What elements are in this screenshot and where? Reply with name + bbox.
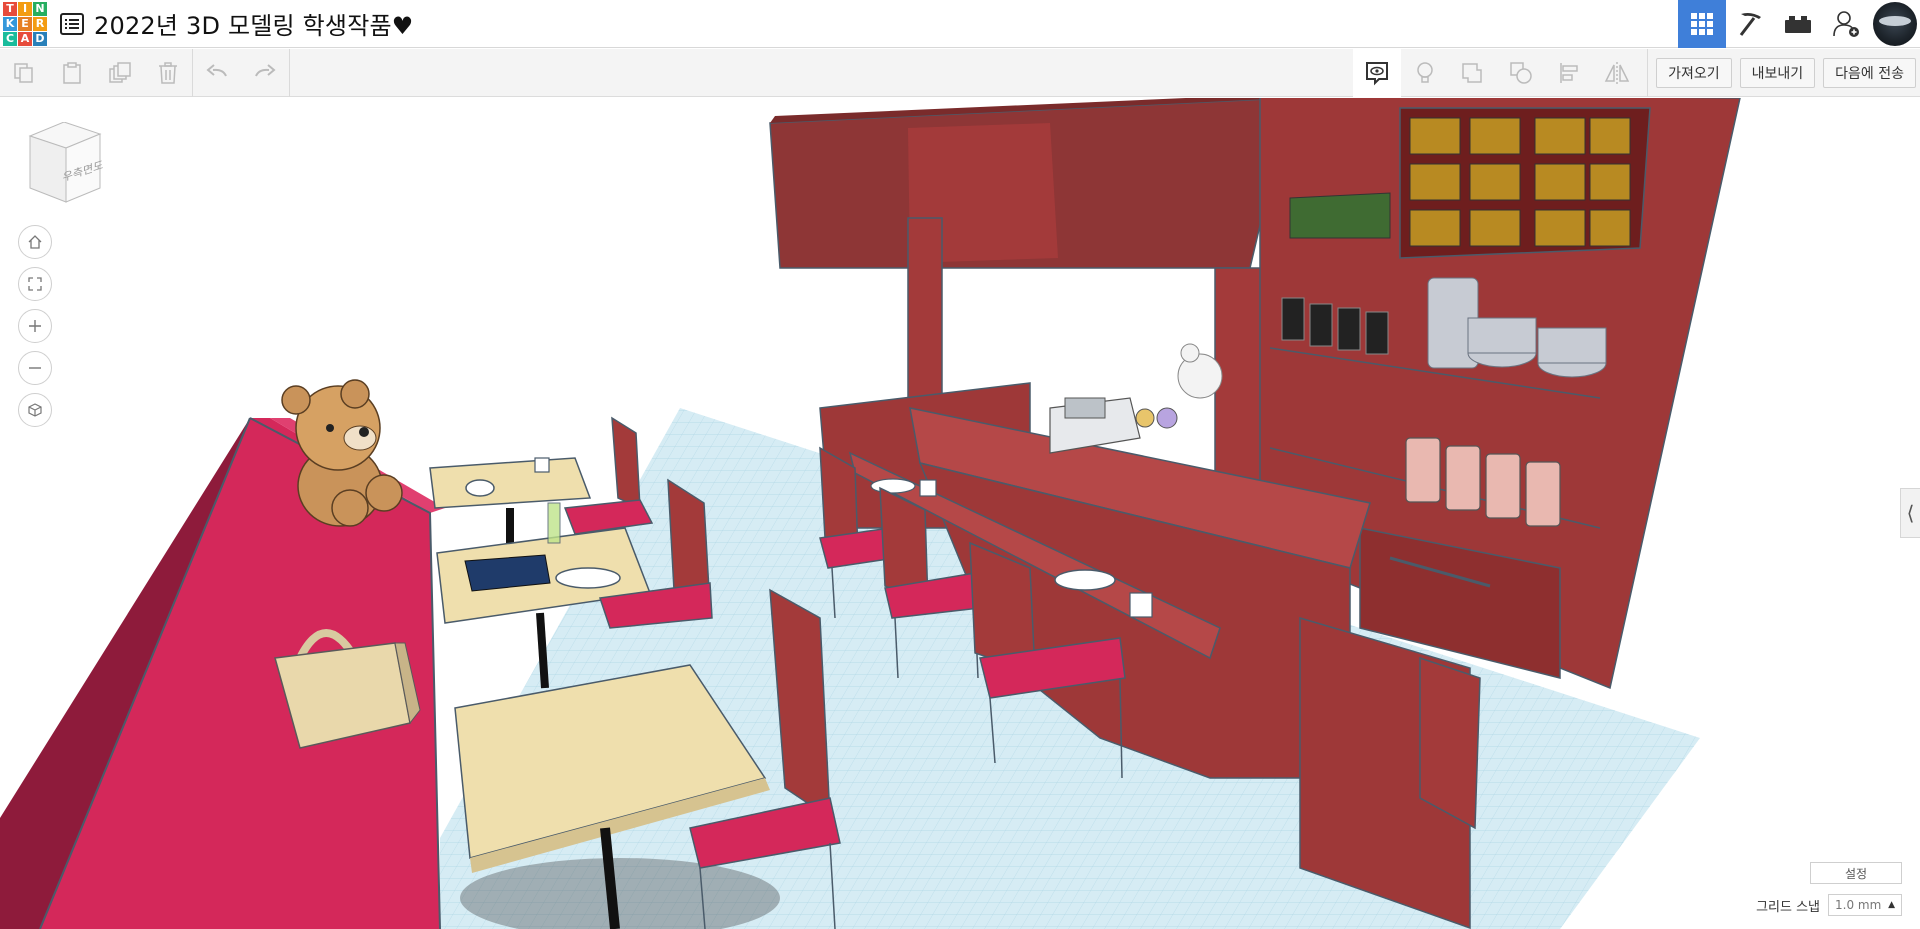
toolbar-divider xyxy=(289,48,290,97)
panel-toggle-button[interactable]: ⟨ xyxy=(1900,488,1920,538)
paste-button[interactable] xyxy=(48,49,96,97)
3d-viewport[interactable]: 우측면도 ⟨ 설정 그리드 스냅 1.0 mm ▲ xyxy=(0,98,1920,929)
logo-letter: I xyxy=(18,1,32,16)
bricks-icon xyxy=(1785,16,1811,33)
perspective-button[interactable] xyxy=(18,393,52,427)
logo-letter: N xyxy=(33,1,47,16)
pickaxe-icon xyxy=(1739,13,1761,36)
grid-snap-value: 1.0 mm xyxy=(1835,898,1882,912)
logo-letter: E xyxy=(18,16,32,31)
chevron-left-icon: ⟨ xyxy=(1906,501,1915,525)
mirror-button[interactable] xyxy=(1593,49,1641,97)
redo-button[interactable] xyxy=(241,49,289,97)
home-icon xyxy=(28,235,42,249)
workplane-scene[interactable] xyxy=(0,98,1920,929)
logo-letter: K xyxy=(3,16,17,31)
group-icon xyxy=(1462,63,1482,83)
view-cube[interactable]: 우측면도 xyxy=(24,122,106,204)
light-bulb-icon xyxy=(1417,62,1433,83)
blocks-mode-button[interactable] xyxy=(1726,0,1774,48)
zoom-in-button[interactable] xyxy=(18,309,52,343)
delete-button[interactable] xyxy=(144,49,192,97)
group-button[interactable] xyxy=(1449,49,1497,97)
logo-letter: R xyxy=(33,16,47,31)
export-button[interactable]: 내보내기 xyxy=(1739,58,1816,88)
grid-view-icon xyxy=(1691,13,1713,35)
invite-user-button[interactable] xyxy=(1822,0,1870,48)
toolbar-divider xyxy=(1647,49,1649,97)
copy-button[interactable] xyxy=(0,49,48,97)
paste-icon xyxy=(63,61,81,84)
user-menu[interactable] xyxy=(1870,0,1920,48)
project-title[interactable]: 2022년 3D 모델링 학생작품♥ xyxy=(94,6,413,41)
editor-toolbar: 가져오기 내보내기 다음에 전송 xyxy=(0,48,1920,97)
bricks-mode-button[interactable] xyxy=(1774,0,1822,48)
light-button[interactable] xyxy=(1401,49,1449,97)
avatar xyxy=(1873,2,1917,46)
send-to-button[interactable]: 다음에 전송 xyxy=(1823,58,1916,88)
zoom-out-button[interactable] xyxy=(18,351,52,385)
logo-letter: A xyxy=(18,31,32,46)
zoom-out-icon xyxy=(29,367,41,369)
copy-icon xyxy=(14,62,33,83)
grid-snap-select[interactable]: 1.0 mm ▲ xyxy=(1828,894,1902,916)
delete-icon xyxy=(159,61,177,84)
redo-icon xyxy=(255,63,276,76)
chevron-up-icon: ▲ xyxy=(1888,900,1895,910)
settings-button[interactable]: 설정 xyxy=(1810,862,1902,884)
duplicate-button[interactable] xyxy=(96,49,144,97)
align-icon xyxy=(1560,63,1578,83)
project-list-icon[interactable] xyxy=(60,12,84,35)
top-bar: TIN KER CAD 2022년 3D 모델링 학생작품♥ xyxy=(0,0,1920,48)
perspective-icon xyxy=(28,403,42,417)
grid-view-button[interactable] xyxy=(1678,0,1726,48)
ungroup-icon xyxy=(1510,62,1532,84)
tinkercad-logo[interactable]: TIN KER CAD xyxy=(2,1,48,47)
duplicate-icon xyxy=(109,61,131,83)
align-button[interactable] xyxy=(1545,49,1593,97)
logo-letter: T xyxy=(3,1,17,16)
notes-button[interactable] xyxy=(1353,49,1402,97)
undo-icon xyxy=(206,63,227,76)
grid-snap-control: 그리드 스냅 1.0 mm ▲ xyxy=(1756,894,1902,916)
add-user-icon xyxy=(1833,11,1859,37)
notes-icon xyxy=(1366,62,1389,86)
fit-icon xyxy=(28,277,42,291)
grid-snap-label: 그리드 스냅 xyxy=(1756,899,1820,915)
ungroup-button[interactable] xyxy=(1497,49,1545,97)
zoom-in-icon xyxy=(29,320,41,332)
fit-view-button[interactable] xyxy=(18,267,52,301)
mirror-icon xyxy=(1604,62,1630,84)
logo-letter: D xyxy=(33,31,47,46)
import-button[interactable]: 가져오기 xyxy=(1656,58,1732,88)
logo-letter: C xyxy=(3,31,17,46)
undo-button[interactable] xyxy=(193,49,241,97)
home-view-button[interactable] xyxy=(18,225,52,259)
